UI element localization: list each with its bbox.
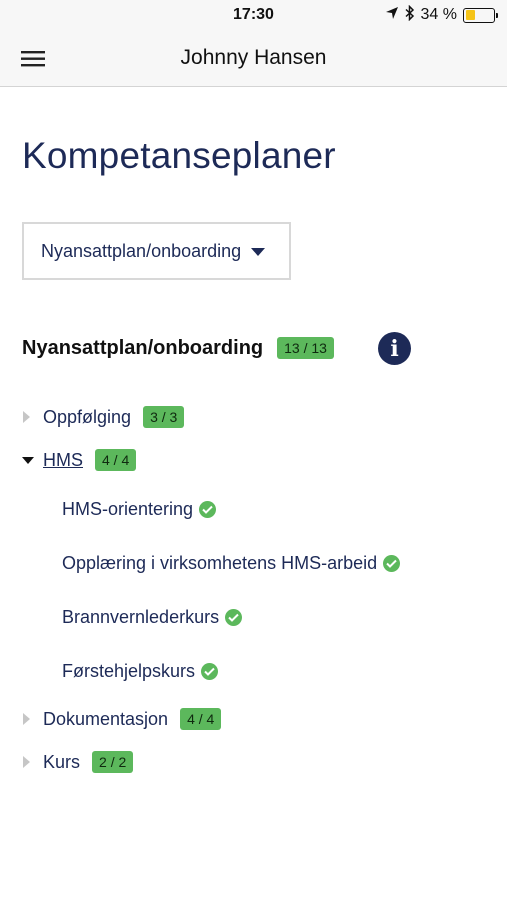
- item-label: Opplæring i virksomhetens HMS-arbeid: [62, 552, 378, 573]
- bluetooth-icon: [405, 4, 415, 26]
- check-circle-icon: [225, 608, 243, 626]
- battery-icon: [463, 7, 498, 23]
- check-circle-icon: [201, 662, 219, 680]
- group-row-hms[interactable]: HMS 4 / 4: [22, 447, 137, 473]
- list-item-hms-orientering[interactable]: HMS-orientering: [62, 497, 217, 521]
- header-title: Johnny Hansen: [180, 46, 327, 69]
- check-circle-icon: [199, 500, 217, 518]
- expand-arrow-icon: [23, 713, 30, 725]
- expand-arrow-icon: [23, 756, 30, 768]
- item-label: HMS-orientering: [62, 498, 194, 519]
- list-item-forstehjelpskurs[interactable]: Førstehjelpskurs: [62, 659, 219, 683]
- status-indicators: 34 %: [385, 4, 498, 26]
- list-item-brannvernlederkurs[interactable]: Brannvernlederkurs: [62, 605, 243, 629]
- plan-progress-badge: 13 / 13: [277, 337, 334, 359]
- info-icon[interactable]: i: [378, 332, 411, 365]
- group-progress-badge: 2 / 2: [92, 751, 134, 773]
- location-arrow-icon: [385, 6, 399, 25]
- group-label: Kurs: [43, 751, 81, 772]
- plan-select-value: Nyansattplan/onboarding: [41, 240, 242, 261]
- group-progress-badge: 3 / 3: [143, 406, 185, 428]
- group-label: Oppfølging: [43, 406, 132, 427]
- group-row-kurs[interactable]: Kurs 2 / 2: [22, 749, 134, 775]
- plan-title: Nyansattplan/onboarding: [22, 336, 264, 359]
- group-label: Dokumentasjon: [43, 708, 169, 729]
- plan-select-dropdown[interactable]: Nyansattplan/onboarding: [22, 222, 291, 280]
- status-bar: 17:30 34 %: [0, 0, 507, 30]
- group-row-oppfolging[interactable]: Oppfølging 3 / 3: [22, 404, 185, 430]
- group-progress-badge: 4 / 4: [180, 708, 222, 730]
- group-label[interactable]: HMS: [43, 450, 83, 471]
- item-label: Brannvernlederkurs: [62, 606, 220, 627]
- item-label: Førstehjelpskurs: [62, 660, 196, 681]
- expand-arrow-icon: [23, 411, 30, 423]
- caret-down-icon: [251, 248, 266, 256]
- battery-percentage: 34 %: [420, 6, 457, 23]
- collapse-arrow-icon: [22, 456, 34, 464]
- group-row-dokumentasjon[interactable]: Dokumentasjon 4 / 4: [22, 706, 222, 732]
- group-progress-badge: 4 / 4: [95, 449, 137, 471]
- app-header: Johnny Hansen: [0, 30, 507, 87]
- hamburger-menu-icon[interactable]: [20, 46, 52, 72]
- page-title: Kompetanseplaner: [22, 135, 336, 176]
- list-item-hms-arbeid[interactable]: Opplæring i virksomhetens HMS-arbeid: [62, 551, 401, 575]
- check-circle-icon: [383, 554, 401, 572]
- battery-level-fill: [465, 10, 475, 20]
- plan-section-header: Nyansattplan/onboarding 13 / 13: [22, 336, 334, 360]
